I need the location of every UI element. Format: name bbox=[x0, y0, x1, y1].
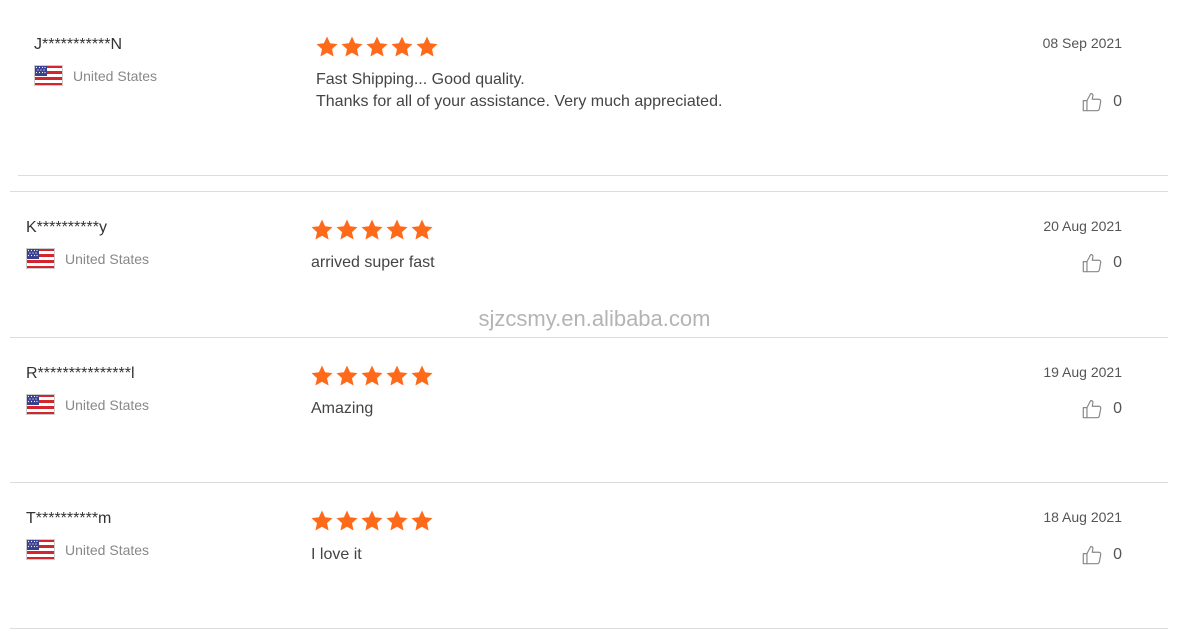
star-icon bbox=[335, 364, 359, 388]
reviewer-country: United States bbox=[26, 539, 149, 560]
like-button[interactable]: 0 bbox=[1081, 544, 1122, 566]
us-flag-icon bbox=[26, 248, 55, 269]
star-icon bbox=[335, 218, 359, 242]
review-text-line: Fast Shipping... Good quality. bbox=[316, 71, 525, 88]
star-icon bbox=[385, 509, 409, 533]
star-icon bbox=[410, 218, 434, 242]
thumbs-up-icon bbox=[1081, 398, 1103, 420]
like-button[interactable]: 0 bbox=[1081, 91, 1122, 113]
review-text-line: arrived super fast bbox=[311, 254, 435, 271]
star-rating bbox=[310, 509, 435, 533]
reviewer-name: R***************l bbox=[26, 365, 135, 382]
star-icon bbox=[315, 35, 339, 59]
review-date: 08 Sep 2021 bbox=[1042, 35, 1122, 51]
review-text: I love it bbox=[311, 544, 362, 566]
like-count: 0 bbox=[1113, 400, 1122, 417]
star-icon bbox=[415, 35, 439, 59]
review-date: 18 Aug 2021 bbox=[1043, 509, 1122, 525]
country-label: United States bbox=[65, 250, 150, 267]
review-text-line: Amazing bbox=[311, 400, 374, 417]
reviewer-country: United States bbox=[26, 394, 149, 415]
star-icon bbox=[360, 218, 384, 242]
us-flag-icon bbox=[26, 394, 55, 415]
watermark: sjzcsmy.en.alibaba.com bbox=[478, 306, 711, 331]
star-rating bbox=[310, 364, 435, 388]
like-count: 0 bbox=[1113, 93, 1122, 110]
country-label: United States bbox=[65, 396, 150, 413]
country-label: United States bbox=[73, 67, 158, 84]
like-button[interactable]: 0 bbox=[1081, 252, 1122, 274]
star-icon bbox=[340, 35, 364, 59]
thumbs-up-icon bbox=[1081, 91, 1103, 113]
reviewer-country: United States bbox=[34, 65, 157, 86]
star-icon bbox=[360, 509, 384, 533]
like-count: 0 bbox=[1113, 546, 1122, 563]
reviewer-country: United States bbox=[26, 248, 149, 269]
star-icon bbox=[310, 218, 334, 242]
star-rating bbox=[310, 218, 435, 242]
review-text: Fast Shipping... Good quality. Thanks fo… bbox=[316, 69, 722, 113]
star-icon bbox=[410, 364, 434, 388]
review-date: 19 Aug 2021 bbox=[1043, 364, 1122, 380]
thumbs-up-icon bbox=[1081, 252, 1103, 274]
review-text-line: Thanks for all of your assistance. Very … bbox=[316, 93, 723, 110]
divider bbox=[10, 628, 1168, 629]
review-text: Amazing bbox=[311, 398, 373, 420]
star-rating bbox=[315, 35, 440, 59]
star-icon bbox=[310, 509, 334, 533]
reviewer-name: K**********y bbox=[26, 219, 107, 236]
thumbs-up-icon bbox=[1081, 544, 1103, 566]
star-icon bbox=[310, 364, 334, 388]
review-text-line: I love it bbox=[311, 546, 362, 563]
reviewer-name: T**********m bbox=[26, 510, 112, 527]
review-date: 20 Aug 2021 bbox=[1043, 218, 1122, 234]
star-icon bbox=[385, 218, 409, 242]
star-icon bbox=[410, 509, 434, 533]
us-flag-icon bbox=[34, 65, 63, 86]
review-item: T**********m United States I love it 18 … bbox=[26, 483, 1122, 628]
like-button[interactable]: 0 bbox=[1081, 398, 1122, 420]
review-item: J***********N United States Fast Shippin… bbox=[34, 0, 1122, 176]
star-icon bbox=[390, 35, 414, 59]
divider bbox=[18, 175, 1168, 176]
star-icon bbox=[385, 364, 409, 388]
review-text: arrived super fast bbox=[311, 252, 435, 274]
star-icon bbox=[365, 35, 389, 59]
reviewer-name: J***********N bbox=[34, 36, 123, 53]
us-flag-icon bbox=[26, 539, 55, 560]
country-label: United States bbox=[65, 541, 150, 558]
like-count: 0 bbox=[1113, 254, 1122, 271]
star-icon bbox=[335, 509, 359, 533]
review-item: R***************l United States Amazing … bbox=[26, 338, 1122, 482]
star-icon bbox=[360, 364, 384, 388]
